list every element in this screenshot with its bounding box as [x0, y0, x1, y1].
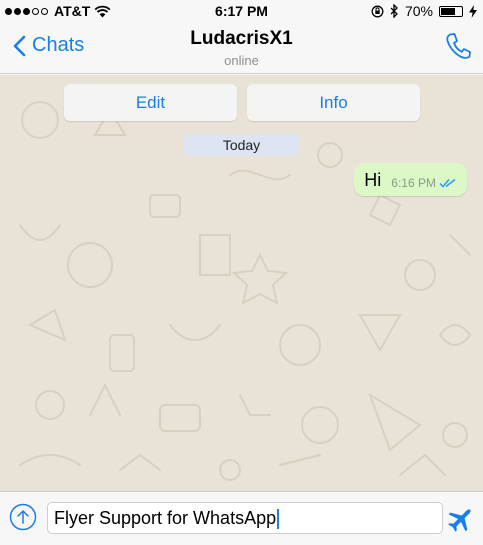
- message-time: 6:16 PM: [391, 176, 436, 190]
- outgoing-message[interactable]: Hi 6:16 PM: [354, 163, 467, 196]
- send-button[interactable]: [447, 505, 475, 538]
- message-text: Hi: [364, 170, 382, 190]
- info-button[interactable]: Info: [247, 84, 420, 121]
- battery-icon: [439, 5, 463, 17]
- battery-percent: 70%: [404, 3, 433, 19]
- double-check-icon: [439, 178, 456, 188]
- charging-bolt-icon: [469, 4, 477, 18]
- bluetooth-icon: [390, 4, 398, 18]
- upload-arrow-icon: [9, 503, 37, 531]
- call-button[interactable]: [445, 32, 471, 65]
- chat-actions: Edit Info: [64, 84, 420, 121]
- edit-button[interactable]: Edit: [64, 84, 237, 121]
- message-input[interactable]: Flyer Support for WhatsApp: [47, 502, 443, 534]
- battery-fill: [441, 7, 455, 15]
- back-button[interactable]: Chats: [12, 34, 84, 57]
- back-label: Chats: [32, 34, 85, 56]
- status-right: 70%: [371, 3, 477, 19]
- composer-bar: Flyer Support for WhatsApp: [0, 491, 483, 545]
- phone-icon: [446, 33, 471, 59]
- message-meta: 6:16 PM: [391, 176, 457, 190]
- status-bar: AT&T 6:17 PM 70%: [0, 0, 483, 24]
- chat-area[interactable]: Edit Info Today Hi 6:16 PM: [0, 75, 483, 491]
- rotation-lock-icon: [371, 5, 384, 17]
- nav-bar: Chats LudacrisX1 online: [0, 24, 483, 74]
- date-separator: Today: [184, 134, 299, 156]
- airplane-icon: [448, 509, 471, 532]
- text-cursor: [277, 509, 280, 530]
- chevron-left-icon: [13, 35, 26, 56]
- message-input-text: Flyer Support for WhatsApp: [54, 508, 277, 528]
- attach-button[interactable]: [9, 503, 37, 536]
